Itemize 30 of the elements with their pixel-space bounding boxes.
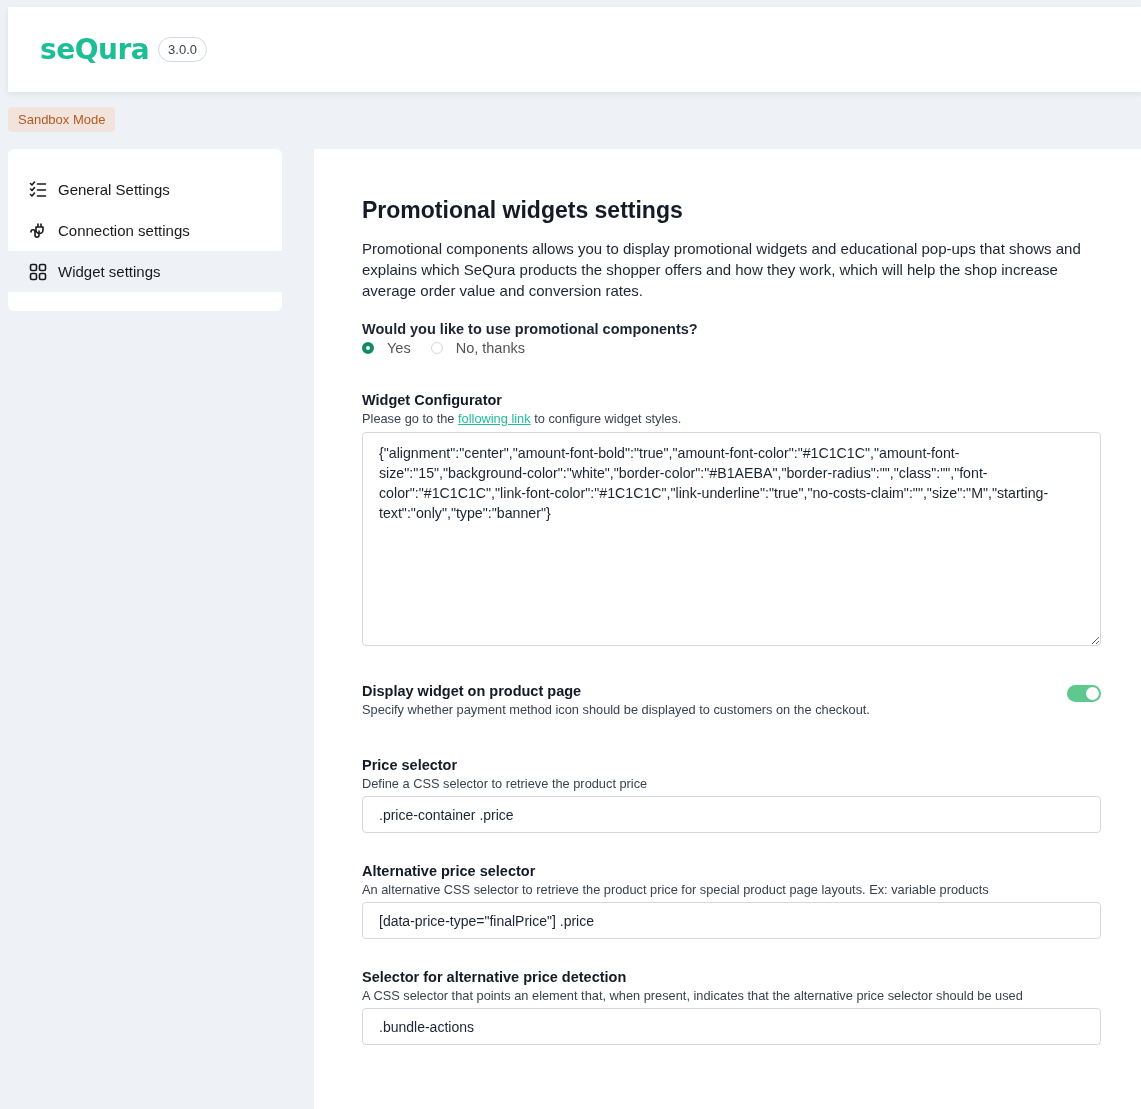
- grid-icon: [29, 262, 47, 281]
- input-field[interactable]: .bundle-actions: [362, 1008, 1101, 1045]
- field-hint: An alternative CSS selector to retrieve the product price for special product page layouts. Ex: variable products: [362, 882, 990, 897]
- field-hint: Define a CSS selector to retrieve the product price: [362, 776, 649, 791]
- input-field[interactable]: .price-container .price: [362, 796, 1101, 833]
- toggle-switch[interactable]: [1067, 685, 1101, 702]
- radio-option[interactable]: No, thanks: [430, 340, 525, 356]
- field-label: Selector for alternative price detection: [362, 969, 628, 985]
- radio-label: No, thanks: [455, 340, 525, 356]
- field-label: Price selector: [362, 757, 459, 773]
- field-hint: A CSS selector that points an element that, when present, indicates that the alternative price selector should be used: [362, 988, 1024, 1003]
- field-hint: Specify whether payment method icon should be displayed to customers on the checkout.: [362, 702, 870, 717]
- question-label: Would you like to use promotional components?: [362, 321, 699, 337]
- radio-label: Yes: [387, 340, 411, 356]
- plug-icon: [29, 221, 47, 240]
- page-title: Promotional widgets settings: [362, 197, 684, 224]
- sidebar-item[interactable]: General Settings: [8, 169, 282, 210]
- radio-option[interactable]: Yes: [362, 340, 411, 356]
- field-label: Display widget on product page: [362, 683, 583, 699]
- sidebar-item[interactable]: Connection settings: [8, 210, 282, 251]
- field-label: Alternative price selector: [362, 863, 537, 879]
- sidebar-item[interactable]: Widget settings: [8, 251, 282, 292]
- input-field[interactable]: [data-price-type="finalPrice"] .price: [362, 902, 1101, 939]
- page-description: Promotional components allows you to display promotional widgets and educational pop-ups that shows and explains which SeQura products the shopper offers and how they work, which will help the shop increase average order value and conversion rates.: [362, 239, 1082, 301]
- checklist-icon: [29, 180, 47, 199]
- sandbox-badge: Sandbox Mode: [8, 107, 116, 132]
- logo: seQura: [40, 33, 150, 66]
- field-hint: Please go to the following link to configure widget styles.: [362, 411, 683, 426]
- field-label: Widget Configurator: [362, 392, 503, 408]
- configurator-textarea[interactable]: {"alignment":"center","amount-font-bold":"true","amount-font-color":"#1C1C1C","amount-font-size":"15","background-color":"white","border-color":"#B1AEBA","border-radius":"","class":"","font-color":"#1C1C1C","link-font-color":"#1C1C1C","link-underline":"true","no-costs-claim":"","size":"M","starting-text":"only","type":"banner"}: [362, 432, 1101, 646]
